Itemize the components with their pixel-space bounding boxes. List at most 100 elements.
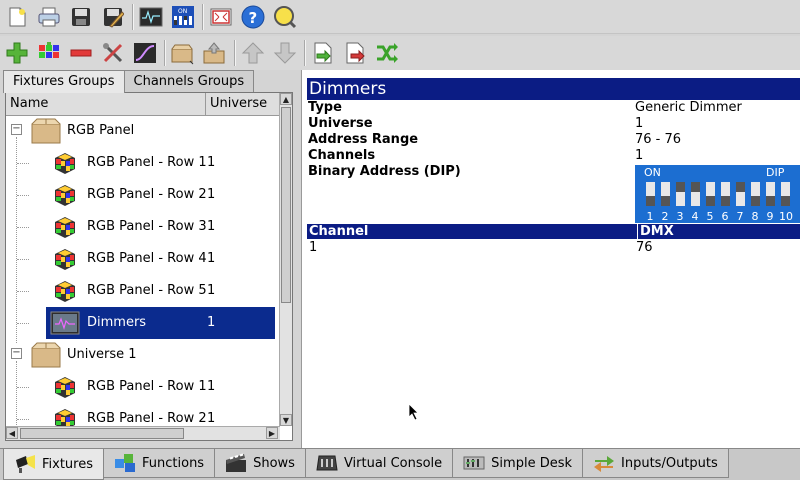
tree-row-universe: 1 bbox=[207, 315, 216, 330]
fixture-details-panel: Dimmers Type Generic Dimmer Universe 1 Addre… bbox=[301, 70, 800, 448]
fullscreen-icon[interactable] bbox=[208, 4, 234, 30]
property-key: Type bbox=[308, 100, 342, 115]
collapse-icon[interactable]: − bbox=[11, 348, 22, 359]
scroll-right-arrow[interactable]: ▶ bbox=[266, 427, 278, 439]
toolbar-separator bbox=[132, 3, 134, 30]
new-icon[interactable] bbox=[4, 4, 30, 30]
tree-line bbox=[17, 163, 29, 164]
tab-simple-desk-label: Simple Desk bbox=[491, 455, 573, 471]
import-icon[interactable] bbox=[310, 40, 336, 66]
tree-row[interactable]: RGB Panel - Row 21 bbox=[6, 179, 280, 211]
tree-row[interactable]: RGB Panel - Row 11 bbox=[6, 147, 280, 179]
property-key: Universe bbox=[308, 116, 373, 131]
inputs-outputs-icon bbox=[593, 453, 615, 473]
scroll-up-arrow[interactable]: ▲ bbox=[280, 93, 292, 105]
dip-switch-knob bbox=[751, 196, 760, 206]
dip-switch bbox=[661, 182, 670, 206]
tree-row-label: RGB Panel - Row 4 bbox=[87, 251, 207, 266]
scroll-left-arrow[interactable]: ◀ bbox=[6, 427, 18, 439]
scroll-down-arrow[interactable]: ▼ bbox=[280, 414, 292, 426]
tab-channels-groups[interactable]: Channels Groups bbox=[123, 70, 255, 92]
dip-switch-number: 5 bbox=[706, 210, 714, 223]
tree-row[interactable]: RGB Panel - Row 41 bbox=[6, 243, 280, 275]
dip-switch-knob bbox=[661, 196, 670, 206]
tree-row[interactable]: Dimmers 1 bbox=[6, 307, 280, 339]
remove-fixture-icon[interactable] bbox=[68, 40, 94, 66]
group-icon[interactable] bbox=[170, 40, 196, 66]
column-header-name[interactable]: Name bbox=[6, 93, 206, 116]
tree-row-label: Universe 1 bbox=[67, 347, 137, 362]
dip-switch-number: 8 bbox=[751, 210, 759, 223]
tree-row-label: RGB Panel - Row 2 bbox=[87, 411, 207, 426]
tab-virtual-console-label: Virtual Console bbox=[343, 455, 443, 471]
add-fixture-icon[interactable] bbox=[4, 40, 30, 66]
tree-line bbox=[17, 419, 29, 420]
collapse-icon[interactable]: − bbox=[11, 124, 22, 135]
tab-fixtures-groups[interactable]: Fixtures Groups bbox=[3, 70, 125, 93]
main-toolbar: ON ? bbox=[0, 0, 800, 34]
scrollbar-thumb[interactable] bbox=[20, 428, 184, 439]
dip-switch bbox=[781, 182, 790, 206]
tab-shows[interactable]: Shows bbox=[214, 449, 306, 478]
rgb-cube-icon bbox=[53, 151, 77, 179]
toolbar-separator bbox=[304, 40, 306, 66]
svg-text:?: ? bbox=[249, 9, 258, 27]
dip-switch bbox=[736, 182, 745, 206]
tree-horizontal-scrollbar[interactable]: ◀ ▶ bbox=[6, 426, 280, 440]
property-value: 1 bbox=[635, 148, 644, 163]
monitor-icon[interactable] bbox=[138, 4, 164, 30]
folder-icon bbox=[31, 118, 61, 148]
dip-switch-number: 4 bbox=[691, 210, 699, 223]
tree-row[interactable]: RGB Panel - Row 21 bbox=[6, 403, 280, 426]
rgb-cube-icon bbox=[53, 183, 77, 211]
rgb-cube-icon bbox=[53, 375, 77, 403]
scrollbar-thumb[interactable] bbox=[281, 107, 291, 303]
rgb-cube-icon bbox=[53, 279, 77, 307]
tree-row-universe: 1 bbox=[207, 251, 216, 266]
dip-switch-knob bbox=[706, 196, 715, 206]
dmx-dump-icon[interactable]: ON bbox=[170, 4, 196, 30]
tab-inputs-outputs[interactable]: Inputs/Outputs bbox=[582, 449, 729, 478]
property-key: Address Range bbox=[308, 132, 419, 147]
tree-group-row[interactable]: − RGB Panel bbox=[6, 117, 280, 147]
tree-row[interactable]: RGB Panel - Row 11 bbox=[6, 371, 280, 403]
tree-row-label: RGB Panel - Row 3 bbox=[87, 219, 207, 234]
tree-vertical-scrollbar[interactable]: ▲ ▼ bbox=[279, 93, 292, 426]
dip-switch-number: 1 bbox=[646, 210, 654, 223]
fade-curve-icon[interactable] bbox=[132, 40, 158, 66]
dip-switch bbox=[676, 182, 685, 206]
tab-virtual-console[interactable]: Virtual Console bbox=[304, 449, 454, 478]
property-key: Binary Address (DIP) bbox=[308, 164, 461, 179]
tree-row-label: RGB Panel - Row 5 bbox=[87, 283, 207, 298]
export-icon[interactable] bbox=[342, 40, 368, 66]
remap-icon[interactable] bbox=[374, 40, 400, 66]
save-icon[interactable] bbox=[68, 4, 94, 30]
tree-row[interactable]: RGB Panel - Row 51 bbox=[6, 275, 280, 307]
configure-icon[interactable] bbox=[100, 40, 126, 66]
ungroup-icon[interactable] bbox=[202, 40, 228, 66]
dip-switch bbox=[691, 182, 700, 206]
move-up-icon[interactable] bbox=[240, 40, 266, 66]
tab-functions[interactable]: Functions bbox=[103, 449, 216, 478]
dip-switch bbox=[721, 182, 730, 206]
about-icon[interactable] bbox=[272, 4, 298, 30]
tree-row[interactable]: RGB Panel - Row 31 bbox=[6, 211, 280, 243]
tree-line bbox=[17, 323, 29, 324]
tree-group-row[interactable]: − Universe 1 bbox=[6, 339, 280, 371]
channel-table-header: Channel DMX bbox=[307, 224, 800, 239]
tab-simple-desk[interactable]: Simple Desk bbox=[452, 449, 584, 478]
help-icon[interactable]: ? bbox=[240, 4, 266, 30]
dimmer-icon bbox=[50, 310, 80, 340]
rgb-cube-icon bbox=[53, 215, 77, 243]
tab-fixtures[interactable]: Fixtures bbox=[3, 449, 105, 480]
move-down-icon[interactable] bbox=[272, 40, 298, 66]
tree-line bbox=[17, 291, 29, 292]
tree-row-universe: 1 bbox=[207, 379, 216, 394]
column-header-universe[interactable]: Universe bbox=[206, 93, 280, 116]
tree-line bbox=[17, 259, 29, 260]
print-icon[interactable] bbox=[36, 4, 62, 30]
tree-row-universe: 1 bbox=[207, 411, 216, 426]
add-rgb-panel-icon[interactable] bbox=[36, 40, 62, 66]
save-as-icon[interactable] bbox=[100, 4, 126, 30]
dip-switch-knob bbox=[646, 196, 655, 206]
